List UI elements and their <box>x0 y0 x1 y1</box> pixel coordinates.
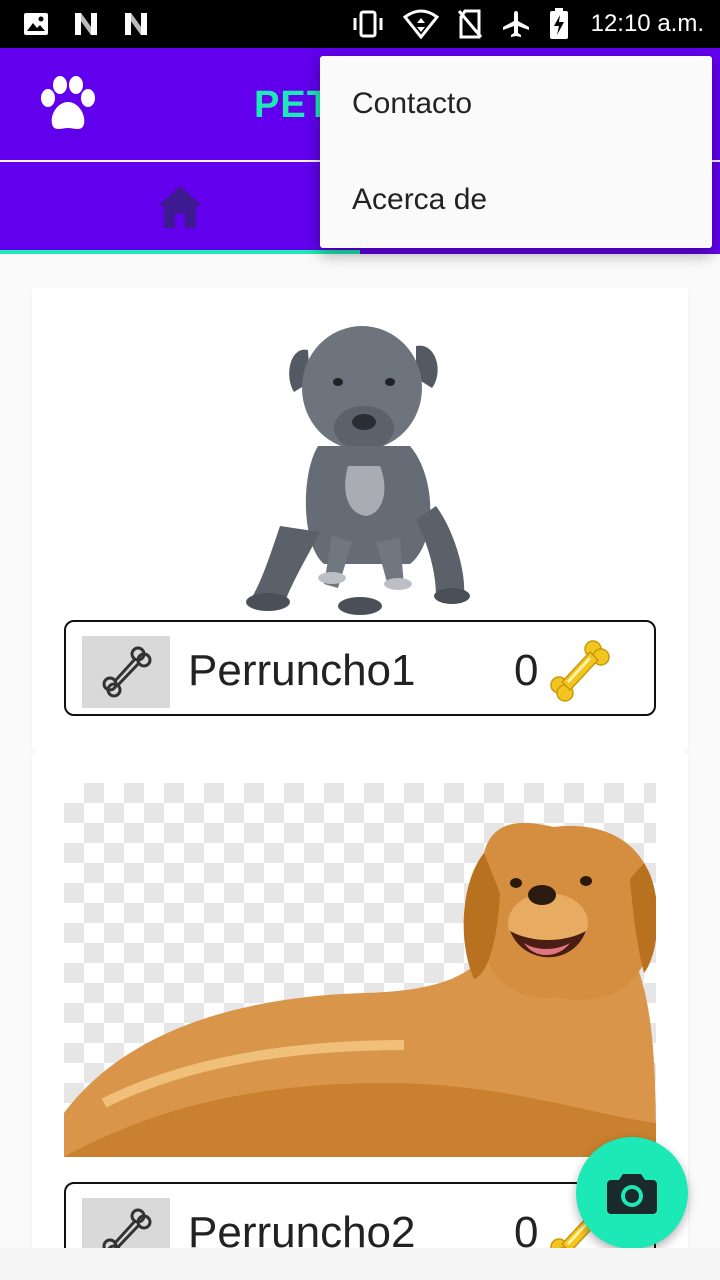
tab-home[interactable] <box>0 162 360 254</box>
pet-photo-golden-retriever <box>64 783 658 1157</box>
pet-name: Perruncho1 <box>188 646 416 695</box>
pet-info-bar: Perruncho2 0 <box>64 1182 656 1248</box>
n-notification-icon <box>75 13 97 35</box>
status-time: 12:10 a.m. <box>590 10 704 37</box>
pet-info-bar: Perruncho1 0 <box>64 620 656 716</box>
overflow-menu: Contacto Acerca de <box>320 56 712 248</box>
paw-icon <box>41 76 95 129</box>
like-button[interactable] <box>82 1198 170 1248</box>
no-sim-icon <box>457 9 482 39</box>
vibrate-icon <box>353 10 383 38</box>
bone-outline-icon <box>102 1208 152 1248</box>
likes-count: 0 <box>514 1208 539 1248</box>
bottom-area <box>0 1248 720 1280</box>
battery-charging-icon <box>549 8 568 39</box>
image-notification-icon <box>24 13 48 35</box>
camera-icon <box>607 1174 657 1214</box>
camera-fab-button[interactable] <box>576 1137 688 1249</box>
pet-list[interactable]: Perruncho1 0 Perruncho2 0 <box>0 254 720 1248</box>
menu-item-contacto[interactable]: Contacto <box>320 56 712 152</box>
n-notification-icon <box>125 13 147 35</box>
status-bar: 12:10 a.m. <box>0 0 720 48</box>
pet-name: Perruncho2 <box>188 1208 416 1248</box>
home-icon <box>158 186 202 228</box>
pet-card: Perruncho1 0 <box>32 288 688 752</box>
pet-photo-grey-puppy <box>246 326 470 615</box>
gold-bone-icon <box>550 640 610 702</box>
menu-item-acerca-de[interactable]: Acerca de <box>320 152 712 248</box>
bone-outline-icon <box>102 646 152 698</box>
wifi-icon <box>402 9 439 39</box>
airplane-mode-icon <box>502 11 529 37</box>
like-button[interactable] <box>82 636 170 708</box>
likes-count: 0 <box>514 646 539 695</box>
